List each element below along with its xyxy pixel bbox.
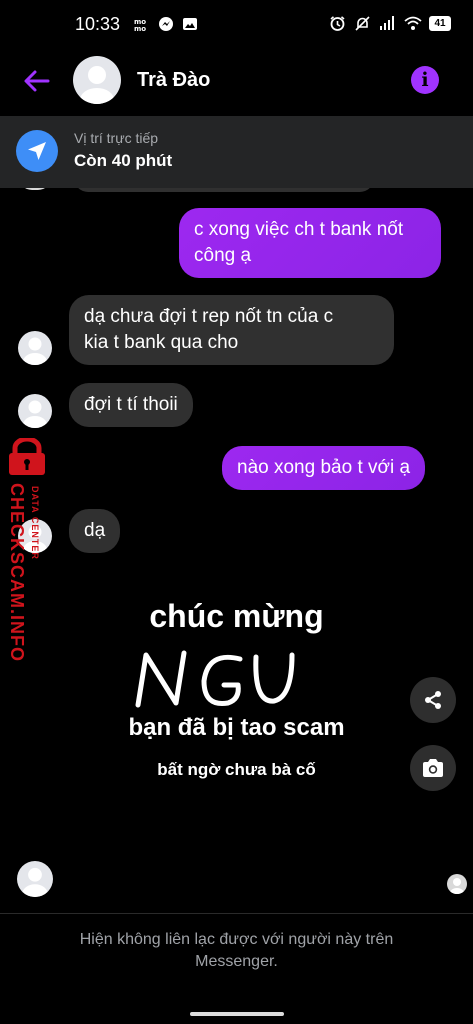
- overlay-line-2: bạn đã bị tao scam: [128, 714, 345, 741]
- chat-header: Trà Đào i: [0, 48, 473, 112]
- camera-icon: [423, 759, 443, 777]
- message-text: đợi t tí thoii: [84, 394, 178, 415]
- message-bubble-incoming[interactable]: dạ: [69, 509, 121, 553]
- messenger-icon: [158, 16, 174, 32]
- contact-name[interactable]: Trà Đào: [137, 69, 210, 92]
- alarm-icon: [329, 15, 345, 31]
- avatar[interactable]: [17, 861, 53, 897]
- wifi-icon: [404, 15, 422, 31]
- avatar[interactable]: [18, 331, 52, 365]
- avatar[interactable]: [18, 394, 52, 428]
- message-bubble-incoming[interactable]: dạ chưa đợi t rep nốt tn của c kia t ban…: [69, 295, 394, 365]
- status-time: 10:33: [75, 14, 121, 34]
- back-arrow-icon[interactable]: [22, 66, 52, 96]
- message-text: dạ: [84, 520, 106, 541]
- overlay-line-1: chúc mừng: [149, 598, 324, 634]
- seen-avatar: [447, 874, 467, 894]
- gallery-icon: [182, 16, 198, 32]
- divider: [0, 913, 473, 914]
- share-button[interactable]: [410, 677, 456, 723]
- battery-icon: 41: [429, 15, 451, 31]
- watermark-sub: DATA CENTER: [30, 486, 40, 560]
- message-text: kia t bank qua cho: [84, 332, 239, 353]
- svg-text:mo: mo: [134, 25, 146, 32]
- live-location-banner[interactable]: Vị trí trực tiếp Còn 40 phút: [0, 116, 473, 188]
- message-text: dạ chưa đợi t rep nốt tn của c: [84, 306, 334, 327]
- message-text: c xong việc ch t bank nốt: [194, 219, 404, 240]
- mute-icon: [354, 15, 370, 31]
- unavailable-notice: Hiện không liên lạc được với người này t…: [79, 931, 394, 970]
- momo-icon: mo mo: [134, 16, 150, 33]
- handwritten-ngu: [135, 650, 295, 708]
- live-location-remaining: Còn 40 phút: [74, 151, 173, 170]
- live-location-title: Vị trí trực tiếp: [74, 130, 159, 146]
- message-bubble-outgoing[interactable]: c xong việc ch t bank nốt công ạ: [179, 208, 441, 278]
- home-indicator[interactable]: [190, 1012, 284, 1016]
- padlock-icon: [9, 438, 45, 475]
- overlay-line-3: bất ngờ chưa bà cố: [157, 760, 316, 779]
- signal-icon: [379, 15, 395, 31]
- share-icon: [425, 691, 441, 709]
- status-bar: 10:33 mo mo 41: [0, 0, 473, 48]
- message-text: nào xong bảo t với ạ: [237, 457, 411, 478]
- info-icon[interactable]: i: [411, 66, 439, 94]
- message-bubble-outgoing[interactable]: nào xong bảo t với ạ: [222, 446, 426, 490]
- message-bubble-incoming[interactable]: đợi t tí thoii: [69, 383, 193, 427]
- message-text: công ạ: [194, 245, 252, 266]
- contact-avatar[interactable]: [73, 56, 121, 104]
- watermark-main: CHECKSCAM.INFO: [7, 483, 27, 662]
- camera-button[interactable]: [410, 745, 456, 791]
- location-arrow-icon: [16, 130, 58, 172]
